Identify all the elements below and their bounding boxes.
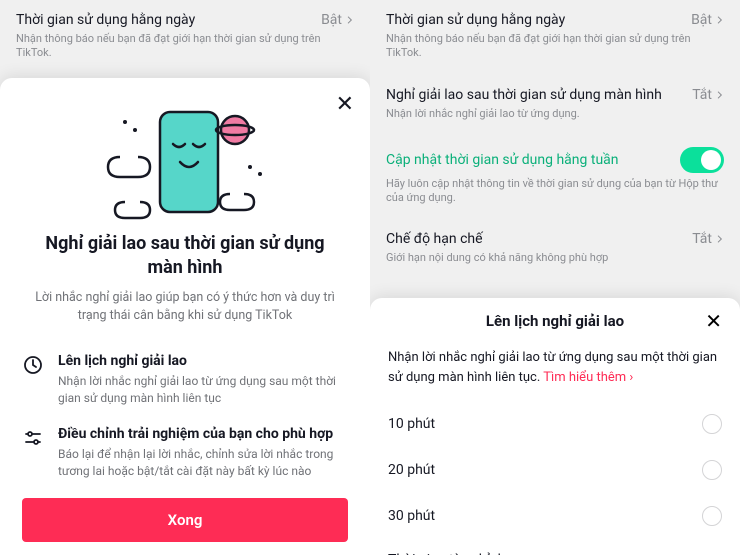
feature-desc: Báo lại để nhận lại lời nhắc, chỉnh sửa …: [58, 446, 348, 481]
setting-value: Bật: [691, 12, 724, 28]
radio-icon: [702, 506, 722, 526]
option-20[interactable]: 20 phút: [388, 447, 722, 493]
left-panel: Thời gian sử dụng hằng ngày Bật Nhận thô…: [0, 0, 370, 555]
setting-desc: Hãy luôn cập nhật thông tin về thời gian…: [386, 177, 724, 206]
setting-title: Cập nhật thời gian sử dụng hằng tuần: [386, 152, 619, 168]
feature-title: Điều chỉnh trải nghiệm của bạn cho phù h…: [58, 426, 348, 442]
right-panel: Thời gian sử dụng hằng ngày Bật Nhận thô…: [370, 0, 740, 555]
chevron-right-icon: [346, 16, 354, 24]
setting-daily-time[interactable]: Thời gian sử dụng hằng ngày Bật Nhận thô…: [370, 0, 740, 75]
toggle-switch[interactable]: [680, 147, 724, 173]
setting-desc: Nhận lời nhắc nghỉ giải lao từ ứng dụng.: [386, 107, 724, 121]
illustration: [22, 102, 348, 222]
schedule-sheet: Lên lịch nghỉ giải lao ✕ Nhận lời nhắc n…: [370, 298, 740, 555]
setting-daily-time[interactable]: Thời gian sử dụng hằng ngày Bật Nhận thô…: [0, 0, 370, 75]
option-10[interactable]: 10 phút: [388, 401, 722, 447]
setting-title: Nghỉ giải lao sau thời gian sử dụng màn …: [386, 87, 662, 103]
chevron-right-icon: [716, 235, 724, 243]
radio-icon: [702, 414, 722, 434]
option-label: 20 phút: [388, 462, 435, 478]
setting-title: Thời gian sử dụng hằng ngày: [16, 12, 195, 28]
sheet-subtitle: Nhận lời nhắc nghỉ giải lao từ ứng dụng …: [388, 348, 722, 387]
setting-value: Tắt: [692, 231, 724, 247]
setting-title: Thời gian sử dụng hằng ngày: [386, 12, 565, 28]
setting-desc: Nhận thông báo nếu bạn đã đạt giới hạn t…: [16, 32, 354, 61]
setting-desc: Nhận thông báo nếu bạn đã đạt giới hạn t…: [386, 32, 724, 61]
feature-desc: Nhận lời nhắc nghỉ giải lao từ ứng dụng …: [58, 373, 348, 408]
option-custom[interactable]: Thời gian tùy chỉnh ›: [388, 539, 722, 555]
setting-weekly-update[interactable]: Cập nhật thời gian sử dụng hằng tuần Hãy…: [370, 135, 740, 220]
setting-restricted[interactable]: Chế độ hạn chế Tắt Giới hạn nội dung có …: [370, 219, 740, 279]
setting-value: Tắt: [692, 87, 724, 103]
clock-icon: [22, 355, 44, 377]
sliders-icon: [22, 428, 44, 450]
option-30[interactable]: 30 phút: [388, 493, 722, 539]
feature-schedule: Lên lịch nghỉ giải lao Nhận lời nhắc ngh…: [22, 353, 348, 408]
break-intro-sheet: ✕ Nghỉ giải lao sau thời gian sử dụng mà…: [0, 78, 370, 555]
sheet-title: Nghỉ giải lao sau thời gian sử dụng màn …: [22, 232, 348, 281]
radio-icon: [702, 460, 722, 480]
setting-value: Bật: [321, 12, 354, 28]
close-icon[interactable]: ✕: [705, 309, 722, 333]
setting-break[interactable]: Nghỉ giải lao sau thời gian sử dụng màn …: [370, 75, 740, 135]
feature-title: Lên lịch nghỉ giải lao: [58, 353, 348, 369]
close-icon[interactable]: ✕: [336, 92, 354, 117]
setting-desc: Giới hạn nội dung có khả năng không phù …: [386, 251, 724, 265]
chevron-right-icon: [716, 91, 724, 99]
option-label: 30 phút: [388, 508, 435, 524]
learn-more-link[interactable]: Tìm hiểu thêm ›: [543, 370, 633, 385]
done-button[interactable]: Xong: [22, 498, 348, 542]
sheet-title: Lên lịch nghỉ giải lao: [486, 312, 624, 330]
setting-title: Chế độ hạn chế: [386, 231, 483, 247]
feature-adjust: Điều chỉnh trải nghiệm của bạn cho phù h…: [22, 426, 348, 481]
chevron-right-icon: [716, 16, 724, 24]
sheet-subtitle: Lời nhắc nghỉ giải lao giúp bạn có ý thứ…: [22, 289, 348, 325]
option-label: 10 phút: [388, 416, 435, 432]
